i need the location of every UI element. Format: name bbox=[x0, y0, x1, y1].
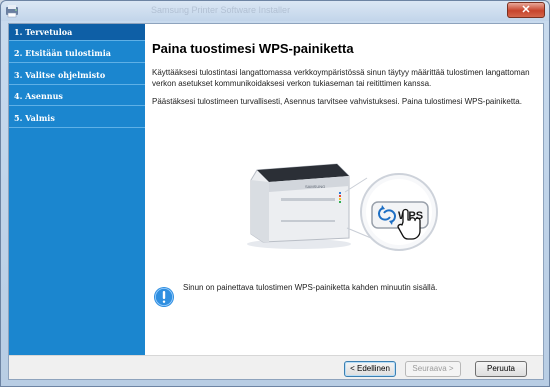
step-install: 4. Asennus bbox=[14, 91, 63, 101]
step-divider bbox=[9, 105, 145, 106]
next-button[interactable]: Seuraava > bbox=[405, 361, 461, 377]
installer-window: Samsung Printer Software Installer ✕ 1. … bbox=[0, 0, 550, 387]
info-icon bbox=[154, 287, 174, 307]
client-area: 1. Tervetuloa 2. Etsitään tulostimia 3. … bbox=[8, 23, 544, 380]
installer-app-icon bbox=[6, 5, 18, 18]
page-title: Paina tuostimesi WPS-painiketta bbox=[152, 41, 354, 56]
step-select-software: 3. Valitse ohjelmisto bbox=[14, 70, 106, 80]
main-panel: Paina tuostimesi WPS-painiketta Käyttääk… bbox=[145, 24, 543, 355]
close-icon: ✕ bbox=[521, 4, 531, 16]
step-divider bbox=[9, 40, 145, 41]
step-divider bbox=[9, 127, 145, 128]
svg-text:SAMSUNG: SAMSUNG bbox=[305, 184, 325, 189]
window-title: Samsung Printer Software Installer bbox=[151, 5, 291, 15]
printer-brand-label: SAMSUNG bbox=[305, 184, 325, 189]
step-divider bbox=[9, 84, 145, 85]
confirm-paragraph: Päästäksesi tulostimeen turvallisesti, A… bbox=[152, 97, 522, 106]
button-bar: < Edellinen Seuraava > Peruuta bbox=[9, 355, 543, 379]
intro-paragraph: Käyttääksesi tulostintasi langattomassa … bbox=[152, 68, 530, 88]
step-divider bbox=[9, 62, 145, 63]
step-finish: 5. Valmis bbox=[14, 113, 55, 123]
timeout-notice: Sinun on painettava tulostimen WPS-paini… bbox=[183, 283, 438, 292]
back-button[interactable]: < Edellinen bbox=[344, 361, 396, 377]
step-welcome: 1. Tervetuloa bbox=[9, 24, 145, 40]
close-window-button[interactable]: ✕ bbox=[507, 2, 545, 18]
steps-sidebar: 1. Tervetuloa 2. Etsitään tulostimia 3. … bbox=[9, 24, 145, 355]
cancel-button[interactable]: Peruuta bbox=[475, 361, 527, 377]
step-search-printers: 2. Etsitään tulostimia bbox=[14, 48, 111, 58]
title-bar: Samsung Printer Software Installer ✕ bbox=[1, 1, 549, 21]
printer-wps-illustration: SAMSUNG WPS bbox=[247, 163, 438, 251]
